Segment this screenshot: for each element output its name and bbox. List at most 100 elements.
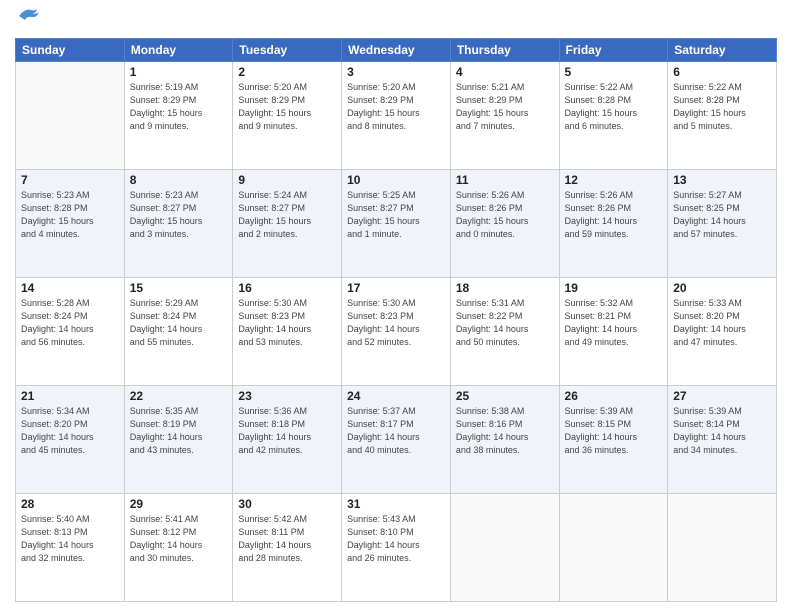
calendar-day-cell xyxy=(559,493,668,601)
calendar-day-header: Wednesday xyxy=(342,38,451,61)
day-info: Sunrise: 5:22 AM Sunset: 8:28 PM Dayligh… xyxy=(565,81,663,133)
day-number: 3 xyxy=(347,65,445,79)
calendar-week-row: 21 Sunrise: 5:34 AM Sunset: 8:20 PM Dayli… xyxy=(16,385,777,493)
calendar-day-cell: 18 Sunrise: 5:31 AM Sunset: 8:22 PM Dayli… xyxy=(450,277,559,385)
day-number: 31 xyxy=(347,497,445,511)
calendar-day-header: Tuesday xyxy=(233,38,342,61)
calendar-day-cell: 6 Sunrise: 5:22 AM Sunset: 8:28 PM Daylig… xyxy=(668,61,777,169)
day-number: 15 xyxy=(130,281,228,295)
day-info: Sunrise: 5:20 AM Sunset: 8:29 PM Dayligh… xyxy=(238,81,336,133)
day-info: Sunrise: 5:38 AM Sunset: 8:16 PM Dayligh… xyxy=(456,405,554,457)
calendar-day-header: Saturday xyxy=(668,38,777,61)
day-number: 19 xyxy=(565,281,663,295)
day-number: 1 xyxy=(130,65,228,79)
day-number: 18 xyxy=(456,281,554,295)
day-info: Sunrise: 5:40 AM Sunset: 8:13 PM Dayligh… xyxy=(21,513,119,565)
day-info: Sunrise: 5:36 AM Sunset: 8:18 PM Dayligh… xyxy=(238,405,336,457)
day-number: 8 xyxy=(130,173,228,187)
day-info: Sunrise: 5:27 AM Sunset: 8:25 PM Dayligh… xyxy=(673,189,771,241)
calendar-day-cell: 15 Sunrise: 5:29 AM Sunset: 8:24 PM Dayli… xyxy=(124,277,233,385)
day-number: 20 xyxy=(673,281,771,295)
day-info: Sunrise: 5:39 AM Sunset: 8:15 PM Dayligh… xyxy=(565,405,663,457)
calendar-day-cell: 30 Sunrise: 5:42 AM Sunset: 8:11 PM Dayli… xyxy=(233,493,342,601)
calendar-day-cell: 5 Sunrise: 5:22 AM Sunset: 8:28 PM Daylig… xyxy=(559,61,668,169)
day-number: 21 xyxy=(21,389,119,403)
calendar-day-cell: 14Sunrise: 5:28 AM Sunset: 8:24 PM Dayli… xyxy=(16,277,125,385)
calendar-day-cell: 24 Sunrise: 5:37 AM Sunset: 8:17 PM Dayli… xyxy=(342,385,451,493)
header xyxy=(15,10,777,30)
calendar-day-cell: 22 Sunrise: 5:35 AM Sunset: 8:19 PM Dayli… xyxy=(124,385,233,493)
day-number: 13 xyxy=(673,173,771,187)
page: SundayMondayTuesdayWednesdayThursdayFrid… xyxy=(0,0,792,612)
calendar-day-cell: 7Sunrise: 5:23 AM Sunset: 8:28 PM Daylig… xyxy=(16,169,125,277)
logo xyxy=(15,10,39,30)
calendar-day-cell xyxy=(668,493,777,601)
calendar-day-header: Friday xyxy=(559,38,668,61)
calendar-day-cell: 10Sunrise: 5:25 AM Sunset: 8:27 PM Dayli… xyxy=(342,169,451,277)
day-number: 22 xyxy=(130,389,228,403)
day-number: 24 xyxy=(347,389,445,403)
calendar-day-cell xyxy=(450,493,559,601)
day-info: Sunrise: 5:21 AM Sunset: 8:29 PM Dayligh… xyxy=(456,81,554,133)
calendar-day-cell: 28Sunrise: 5:40 AM Sunset: 8:13 PM Dayli… xyxy=(16,493,125,601)
day-info: Sunrise: 5:29 AM Sunset: 8:24 PM Dayligh… xyxy=(130,297,228,349)
day-number: 9 xyxy=(238,173,336,187)
calendar-day-cell: 25 Sunrise: 5:38 AM Sunset: 8:16 PM Dayli… xyxy=(450,385,559,493)
calendar-day-cell: 11 Sunrise: 5:26 AM Sunset: 8:26 PM Dayli… xyxy=(450,169,559,277)
day-info: Sunrise: 5:20 AM Sunset: 8:29 PM Dayligh… xyxy=(347,81,445,133)
calendar-day-cell: 20 Sunrise: 5:33 AM Sunset: 8:20 PM Dayli… xyxy=(668,277,777,385)
day-number: 12 xyxy=(565,173,663,187)
day-info: Sunrise: 5:32 AM Sunset: 8:21 PM Dayligh… xyxy=(565,297,663,349)
day-number: 29 xyxy=(130,497,228,511)
day-info: Sunrise: 5:26 AM Sunset: 8:26 PM Dayligh… xyxy=(456,189,554,241)
day-info: Sunrise: 5:37 AM Sunset: 8:17 PM Dayligh… xyxy=(347,405,445,457)
calendar-day-cell: 16 Sunrise: 5:30 AM Sunset: 8:23 PM Dayli… xyxy=(233,277,342,385)
day-info: Sunrise: 5:23 AM Sunset: 8:27 PM Dayligh… xyxy=(130,189,228,241)
day-info: Sunrise: 5:34 AM Sunset: 8:20 PM Dayligh… xyxy=(21,405,119,457)
calendar-day-cell: 9 Sunrise: 5:24 AM Sunset: 8:27 PM Daylig… xyxy=(233,169,342,277)
day-info: Sunrise: 5:24 AM Sunset: 8:27 PM Dayligh… xyxy=(238,189,336,241)
day-info: Sunrise: 5:41 AM Sunset: 8:12 PM Dayligh… xyxy=(130,513,228,565)
day-number: 6 xyxy=(673,65,771,79)
day-info: Sunrise: 5:31 AM Sunset: 8:22 PM Dayligh… xyxy=(456,297,554,349)
logo-bird-icon xyxy=(17,6,39,24)
day-info: Sunrise: 5:19 AM Sunset: 8:29 PM Dayligh… xyxy=(130,81,228,133)
day-number: 5 xyxy=(565,65,663,79)
day-info: Sunrise: 5:35 AM Sunset: 8:19 PM Dayligh… xyxy=(130,405,228,457)
day-info: Sunrise: 5:26 AM Sunset: 8:26 PM Dayligh… xyxy=(565,189,663,241)
calendar-day-cell: 17Sunrise: 5:30 AM Sunset: 8:23 PM Dayli… xyxy=(342,277,451,385)
calendar-day-header: Thursday xyxy=(450,38,559,61)
day-info: Sunrise: 5:42 AM Sunset: 8:11 PM Dayligh… xyxy=(238,513,336,565)
day-number: 16 xyxy=(238,281,336,295)
day-number: 25 xyxy=(456,389,554,403)
calendar-day-cell: 26 Sunrise: 5:39 AM Sunset: 8:15 PM Dayli… xyxy=(559,385,668,493)
day-number: 4 xyxy=(456,65,554,79)
day-info: Sunrise: 5:30 AM Sunset: 8:23 PM Dayligh… xyxy=(238,297,336,349)
day-info: Sunrise: 5:22 AM Sunset: 8:28 PM Dayligh… xyxy=(673,81,771,133)
calendar-day-cell xyxy=(16,61,125,169)
calendar-header-row: SundayMondayTuesdayWednesdayThursdayFrid… xyxy=(16,38,777,61)
day-info: Sunrise: 5:39 AM Sunset: 8:14 PM Dayligh… xyxy=(673,405,771,457)
calendar-day-cell: 8 Sunrise: 5:23 AM Sunset: 8:27 PM Daylig… xyxy=(124,169,233,277)
day-number: 26 xyxy=(565,389,663,403)
calendar-day-cell: 2 Sunrise: 5:20 AM Sunset: 8:29 PM Daylig… xyxy=(233,61,342,169)
calendar-day-header: Monday xyxy=(124,38,233,61)
day-number: 14 xyxy=(21,281,119,295)
day-number: 2 xyxy=(238,65,336,79)
calendar-day-cell: 29 Sunrise: 5:41 AM Sunset: 8:12 PM Dayli… xyxy=(124,493,233,601)
calendar-day-cell: 1 Sunrise: 5:19 AM Sunset: 8:29 PM Daylig… xyxy=(124,61,233,169)
day-number: 27 xyxy=(673,389,771,403)
day-info: Sunrise: 5:33 AM Sunset: 8:20 PM Dayligh… xyxy=(673,297,771,349)
day-info: Sunrise: 5:23 AM Sunset: 8:28 PM Dayligh… xyxy=(21,189,119,241)
calendar-day-cell: 12 Sunrise: 5:26 AM Sunset: 8:26 PM Dayli… xyxy=(559,169,668,277)
day-number: 17 xyxy=(347,281,445,295)
calendar-day-cell: 4 Sunrise: 5:21 AM Sunset: 8:29 PM Daylig… xyxy=(450,61,559,169)
day-number: 30 xyxy=(238,497,336,511)
day-number: 23 xyxy=(238,389,336,403)
calendar-day-cell: 19 Sunrise: 5:32 AM Sunset: 8:21 PM Dayli… xyxy=(559,277,668,385)
calendar-week-row: 7Sunrise: 5:23 AM Sunset: 8:28 PM Daylig… xyxy=(16,169,777,277)
day-number: 11 xyxy=(456,173,554,187)
calendar-day-cell: 23 Sunrise: 5:36 AM Sunset: 8:18 PM Dayli… xyxy=(233,385,342,493)
day-info: Sunrise: 5:25 AM Sunset: 8:27 PM Dayligh… xyxy=(347,189,445,241)
calendar-day-cell: 3 Sunrise: 5:20 AM Sunset: 8:29 PM Daylig… xyxy=(342,61,451,169)
